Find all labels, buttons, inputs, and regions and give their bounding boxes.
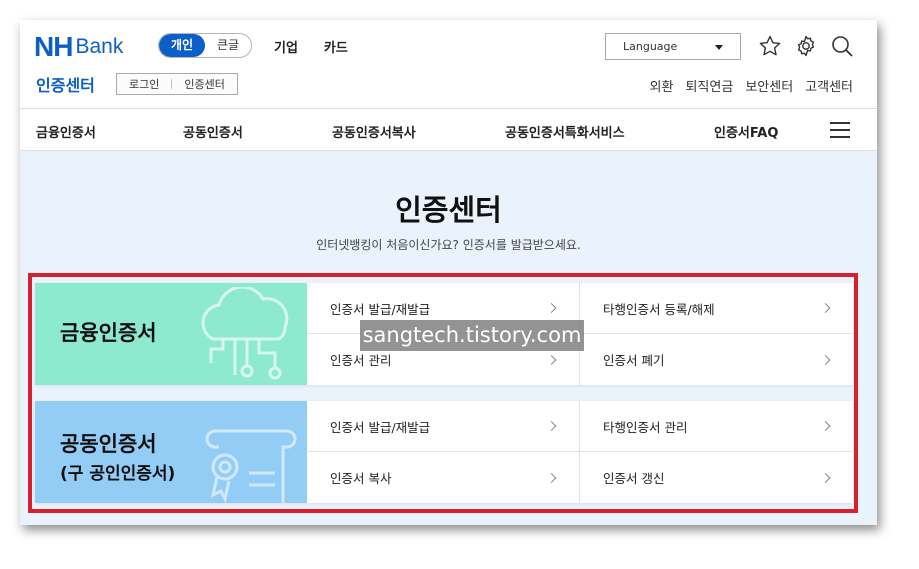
nav-financial-cert[interactable]: 금융인증서 xyxy=(36,122,96,141)
page-section-title[interactable]: 인증센터 xyxy=(36,72,95,96)
util-customer-center[interactable]: 고객센터 xyxy=(805,76,853,95)
top-menu-card[interactable]: 카드 xyxy=(324,37,348,56)
text-size-toggle: 개인 큰글 xyxy=(158,33,252,58)
star-icon[interactable] xyxy=(758,34,782,58)
header: NH Bank 개인 큰글 기업 카드 인증센터 로그인 인증센터 Langua… xyxy=(20,20,877,108)
logo-nh-text: NH xyxy=(34,31,73,62)
logo-bank-text: Bank xyxy=(75,35,124,58)
login-box: 로그인 인증센터 xyxy=(116,73,238,95)
util-pension[interactable]: 퇴직연금 xyxy=(685,76,733,95)
util-security-center[interactable]: 보안센터 xyxy=(745,76,793,95)
cert-center-link[interactable]: 인증센터 xyxy=(172,76,236,92)
login-link[interactable]: 로그인 xyxy=(117,76,171,92)
nav-joint-cert-copy[interactable]: 공동인증서복사 xyxy=(332,122,416,141)
search-icon[interactable] xyxy=(830,34,854,58)
top-menu: 기업 카드 xyxy=(274,37,348,56)
page-title: 인증센터 xyxy=(395,193,502,227)
nav-joint-cert[interactable]: 공동인증서 xyxy=(183,122,243,141)
chevron-down-icon xyxy=(715,45,723,50)
watermark-text: sangtech.tistory.com xyxy=(360,320,584,351)
language-select[interactable]: Language xyxy=(605,33,741,60)
toggle-large-text[interactable]: 큰글 xyxy=(205,34,251,57)
highlight-box xyxy=(28,273,858,513)
toggle-personal[interactable]: 개인 xyxy=(159,34,205,57)
top-menu-business[interactable]: 기업 xyxy=(274,37,298,56)
gear-icon[interactable] xyxy=(794,34,818,58)
global-nav: 금융인증서 공동인증서 공동인증서복사 공동인증서특화서비스 인증서FAQ xyxy=(20,108,877,151)
nav-joint-cert-special[interactable]: 공동인증서특화서비스 xyxy=(505,122,625,141)
nav-cert-faq[interactable]: 인증서FAQ xyxy=(714,122,778,141)
language-select-value: Language xyxy=(623,40,678,53)
utility-menu: 외환 퇴직연금 보안센터 고객센터 xyxy=(650,76,853,95)
nh-bank-logo[interactable]: NH Bank xyxy=(34,31,124,62)
page-subtitle: 인터넷뱅킹이 처음이신가요? 인증서를 발급받으세요. xyxy=(316,238,581,252)
util-forex[interactable]: 외환 xyxy=(650,76,674,95)
menu-icon[interactable] xyxy=(830,122,850,138)
